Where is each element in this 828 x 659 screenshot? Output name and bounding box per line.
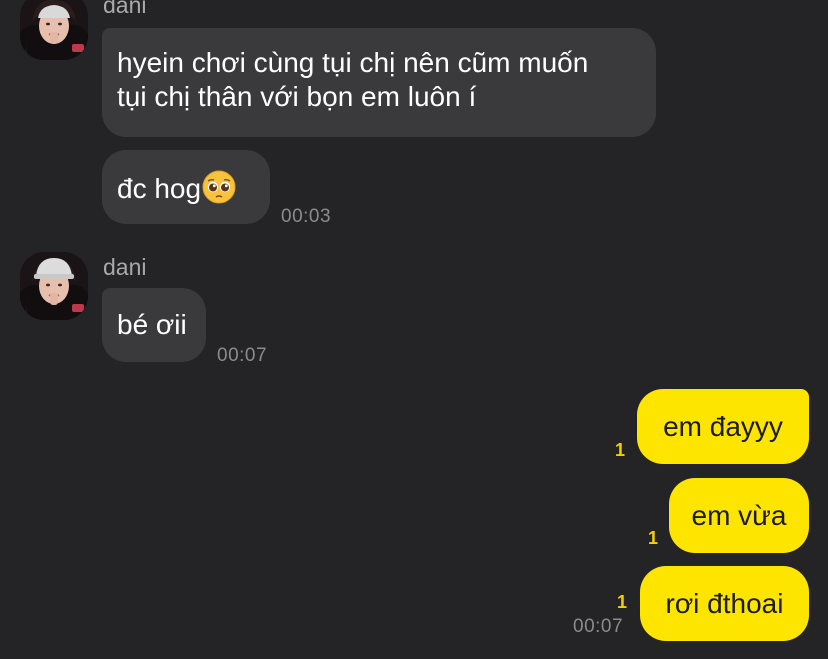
- outgoing-message-bubble[interactable]: rơi đthoai: [640, 566, 809, 641]
- sender-name: dani: [103, 0, 147, 18]
- message-text-line: tụi chị thân với bọn em luôn í: [117, 81, 477, 112]
- unread-count: 1: [617, 592, 628, 612]
- sender-name: dani: [103, 254, 147, 280]
- message-timestamp: 00:03: [281, 206, 332, 227]
- avatar[interactable]: [20, 0, 88, 60]
- incoming-message-bubble[interactable]: bé ơii: [102, 288, 206, 362]
- avatar[interactable]: [20, 252, 88, 320]
- message-text: bé ơii: [117, 309, 187, 340]
- message-text: rơi đthoai: [665, 588, 784, 619]
- message-text: em đayyy: [663, 411, 783, 442]
- message-timestamp: 00:07: [217, 345, 268, 366]
- message-text: đc hog: [117, 173, 202, 204]
- pleading-face-emoji-icon: [202, 170, 236, 204]
- message-text-line: hyein chơi cùng tụi chị nên cũm muốn: [117, 47, 589, 78]
- message-timestamp: 00:07: [573, 616, 624, 637]
- unread-count: 1: [615, 440, 626, 460]
- avatar-photo-icon: [20, 252, 88, 320]
- avatar-photo-icon: [20, 0, 88, 60]
- incoming-message-bubble[interactable]: đc hog: [102, 150, 270, 224]
- unread-count: 1: [648, 528, 659, 548]
- outgoing-message-bubble[interactable]: em đayyy: [637, 389, 809, 464]
- message-text: em vừa: [691, 500, 787, 531]
- outgoing-message-bubble[interactable]: em vừa: [669, 478, 809, 553]
- incoming-message-bubble[interactable]: hyein chơi cùng tụi chị nên cũm muốn tụi…: [102, 28, 656, 137]
